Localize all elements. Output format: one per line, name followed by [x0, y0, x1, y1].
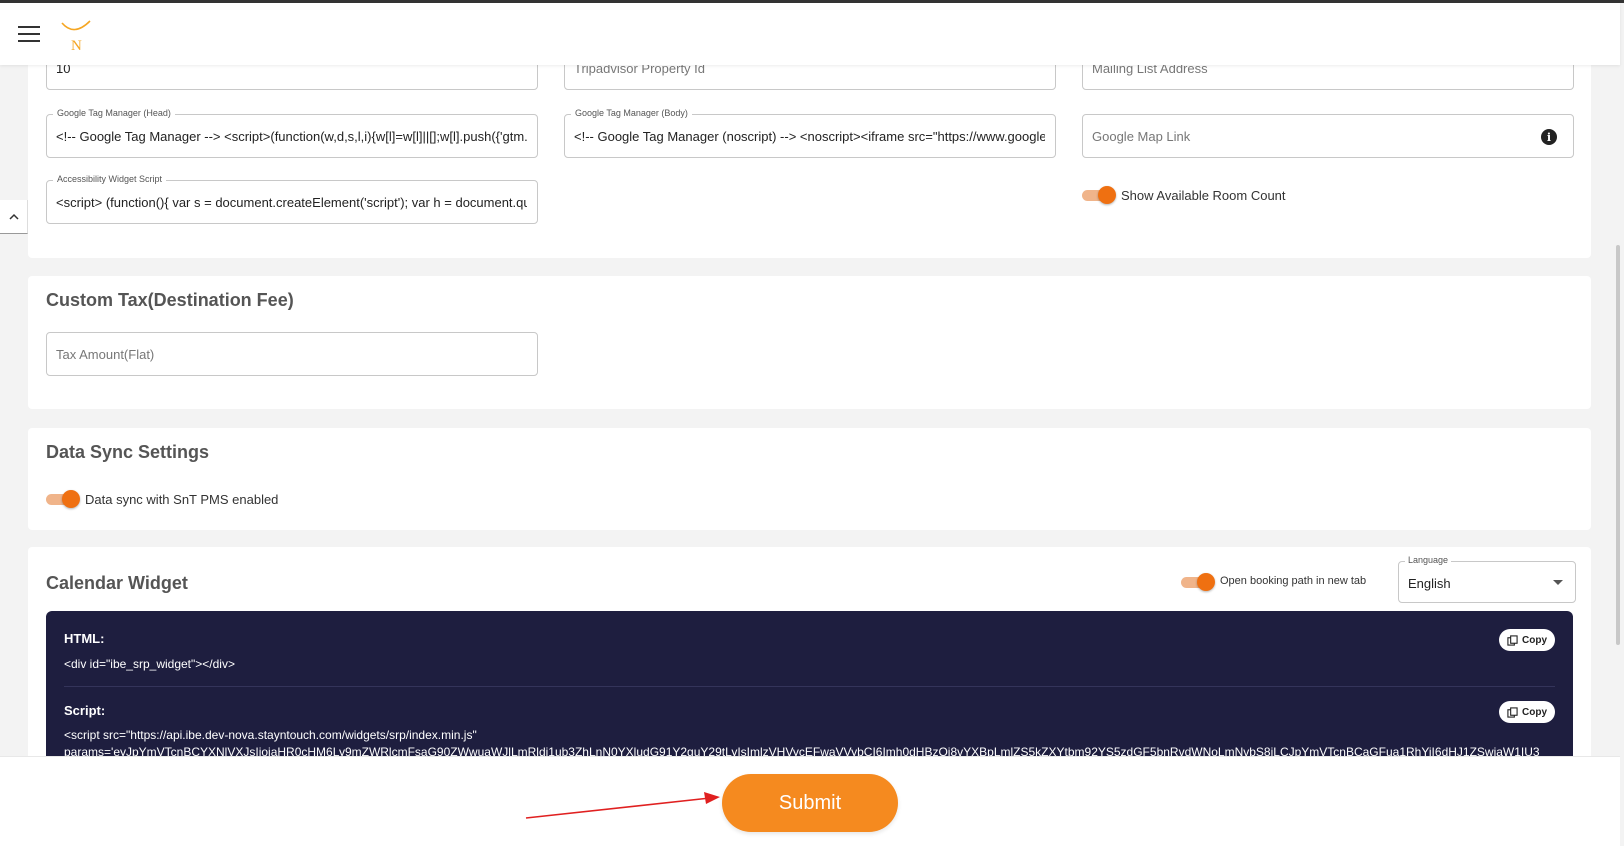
script-label: Script:: [64, 703, 106, 718]
gtm-head-label: Google Tag Manager (Head): [53, 108, 175, 118]
language-select[interactable]: Language English: [1398, 555, 1576, 603]
calendar-widget-title: Calendar Widget: [46, 573, 188, 593]
gtm-body-label: Google Tag Manager (Body): [571, 108, 692, 118]
collapse-panel-button[interactable]: [0, 200, 28, 234]
show-room-count-label: Show Available Room Count: [1121, 188, 1286, 203]
html-label: HTML:: [64, 631, 105, 646]
app-bar: N: [0, 3, 1620, 65]
accessibility-widget-input[interactable]: Accessibility Widget Script <script> (fu…: [46, 174, 538, 224]
custom-tax-card: Custom Tax(Destination Fee) Tax Amount(F…: [28, 276, 1591, 409]
code-divider: [64, 686, 1555, 687]
copy-icon: [1507, 706, 1518, 718]
script-line-1: <script src="https://api.ibe.dev-nova.st…: [64, 728, 477, 742]
submit-button[interactable]: Submit: [722, 774, 898, 832]
gtm-body-value: <!-- Google Tag Manager (noscript) --> <…: [574, 129, 1045, 144]
property-settings-card: 10 Tripadvisor Property Id Mailing List …: [28, 40, 1591, 258]
svg-text:N: N: [71, 38, 82, 53]
show-room-count-toggle[interactable]: [1082, 186, 1116, 204]
gtm-head-value: <!-- Google Tag Manager --> <script>(fun…: [56, 129, 527, 144]
gtm-head-input[interactable]: Google Tag Manager (Head) <!-- Google Ta…: [46, 108, 538, 158]
accessibility-value: <script> (function(){ var s = document.c…: [56, 195, 527, 210]
data-sync-toggle[interactable]: [46, 490, 80, 508]
new-tab-toggle[interactable]: [1181, 573, 1215, 591]
new-tab-label: Open booking path in new tab: [1220, 575, 1367, 587]
html-code: <div id="ibe_srp_widget"></div>: [64, 657, 235, 671]
scrollbar-thumb[interactable]: [1616, 245, 1620, 645]
copy-html-button[interactable]: Copy: [1499, 629, 1555, 651]
chevron-down-icon: [1553, 580, 1563, 585]
copy-script-label: Copy: [1522, 706, 1547, 718]
data-sync-card: Data Sync Settings Data sync with SnT PM…: [28, 428, 1591, 530]
data-sync-title: Data Sync Settings: [46, 442, 210, 462]
hamburger-icon[interactable]: [18, 26, 40, 42]
data-sync-label: Data sync with SnT PMS enabled: [85, 492, 279, 507]
tax-amount-placeholder: Tax Amount(Flat): [56, 347, 155, 362]
accessibility-label: Accessibility Widget Script: [53, 174, 167, 184]
footer-bar: Submit: [0, 756, 1620, 846]
custom-tax-title: Custom Tax(Destination Fee): [46, 290, 294, 310]
chevron-up-icon: [8, 213, 19, 220]
scrollbar[interactable]: [1614, 65, 1624, 755]
gtm-body-input[interactable]: Google Tag Manager (Body) <!-- Google Ta…: [564, 108, 1056, 158]
tax-amount-input[interactable]: Tax Amount(Flat): [46, 332, 538, 376]
logo: N: [61, 20, 91, 53]
copy-icon: [1507, 634, 1518, 646]
language-value: English: [1408, 576, 1451, 591]
annotation-arrow-icon: [525, 792, 720, 819]
copy-script-button[interactable]: Copy: [1499, 701, 1555, 723]
copy-html-label: Copy: [1522, 634, 1547, 646]
calendar-widget-card: Calendar Widget Open booking path in new…: [28, 547, 1591, 787]
language-label: Language: [1405, 555, 1452, 565]
top-border: [0, 0, 1624, 3]
google-map-link-input[interactable]: Google Map Link i: [1082, 114, 1574, 158]
google-map-placeholder: Google Map Link: [1092, 129, 1191, 144]
info-icon[interactable]: i: [1541, 129, 1557, 145]
